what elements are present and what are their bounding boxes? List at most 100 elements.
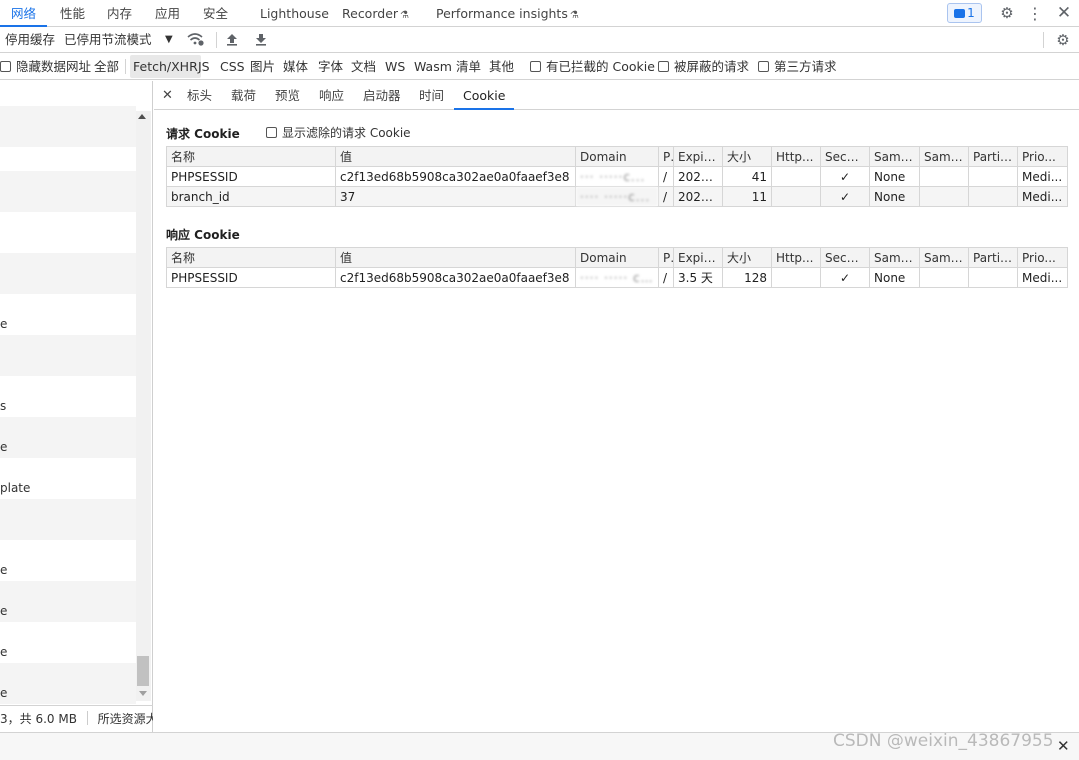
- filter-fetch-xhr[interactable]: Fetch/XHR: [130, 55, 201, 78]
- column-header[interactable]: 值: [335, 247, 576, 268]
- column-header[interactable]: Domain: [575, 146, 659, 167]
- column-header[interactable]: Secure: [820, 247, 870, 268]
- column-header[interactable]: 大小: [722, 247, 772, 268]
- cookie-partition: [968, 267, 1018, 288]
- column-header[interactable]: Http...: [771, 146, 821, 167]
- list-item[interactable]: [0, 253, 136, 294]
- list-item[interactable]: s: [0, 376, 136, 417]
- import-har-icon[interactable]: [226, 27, 238, 53]
- column-header[interactable]: 名称: [166, 247, 336, 268]
- column-header[interactable]: Prio...: [1017, 247, 1068, 268]
- filter-font[interactable]: 字体: [318, 53, 343, 80]
- hide-data-urls-checkbox[interactable]: 隐藏数据网址: [0, 53, 91, 80]
- cookie-secure: ✓: [820, 166, 870, 187]
- scroll-up-icon[interactable]: [138, 114, 146, 119]
- tab-headers[interactable]: 标头: [187, 81, 212, 110]
- filter-ws[interactable]: WS: [385, 53, 405, 80]
- chevron-down-icon[interactable]: ▼: [165, 27, 173, 53]
- tab-payload[interactable]: 载荷: [231, 81, 256, 110]
- more-options-icon[interactable]: ⋮: [1026, 0, 1044, 27]
- network-settings-gear-icon[interactable]: ⚙: [1053, 27, 1073, 53]
- close-drawer-icon[interactable]: ✕: [1057, 737, 1070, 755]
- close-detail-icon[interactable]: ✕: [162, 81, 173, 110]
- network-toolbar: 停用缓存 已停用节流模式 ▼ ⚙: [0, 27, 1079, 53]
- scrollbar[interactable]: [136, 111, 151, 701]
- cookie-name: PHPSESSID: [166, 166, 336, 187]
- filter-media[interactable]: 媒体: [283, 53, 308, 80]
- list-item[interactable]: [0, 171, 136, 212]
- filter-css[interactable]: CSS: [220, 53, 245, 80]
- tab-network[interactable]: 网络: [0, 0, 48, 27]
- tab-performance-insights[interactable]: Performance insights ⚗: [436, 0, 579, 27]
- checkbox-icon: [658, 61, 669, 72]
- column-header[interactable]: 值: [335, 146, 576, 167]
- filter-manifest[interactable]: 清单: [456, 53, 481, 80]
- cookie-samesite: None: [869, 186, 920, 207]
- column-header[interactable]: Same...: [919, 146, 969, 167]
- filter-doc[interactable]: 文档: [351, 53, 376, 80]
- tab-lighthouse[interactable]: Lighthouse: [260, 0, 329, 27]
- filter-js[interactable]: JS: [198, 53, 210, 80]
- column-header[interactable]: Partiti...: [968, 247, 1018, 268]
- list-item[interactable]: [0, 212, 136, 253]
- list-item[interactable]: e: [0, 663, 136, 704]
- response-cookies-title: 响应 Cookie: [166, 228, 240, 242]
- column-header[interactable]: P: [658, 247, 674, 268]
- blocked-cookies-checkbox[interactable]: 有已拦截的 Cookie: [530, 53, 655, 80]
- tab-initiator[interactable]: 启动器: [363, 81, 401, 110]
- close-devtools-icon[interactable]: ✕: [1054, 0, 1074, 27]
- tab-preview[interactable]: 预览: [275, 81, 300, 110]
- cookie-priority: Medi...: [1017, 186, 1068, 207]
- issues-badge[interactable]: 1: [947, 3, 982, 23]
- list-item[interactable]: e: [0, 581, 136, 622]
- column-header[interactable]: 名称: [166, 146, 336, 167]
- tab-memory[interactable]: 内存: [107, 0, 132, 27]
- network-conditions-icon[interactable]: [187, 27, 205, 53]
- tab-security[interactable]: 安全: [203, 0, 228, 27]
- third-party-checkbox[interactable]: 第三方请求: [758, 53, 837, 80]
- tab-recorder[interactable]: Recorder ⚗: [342, 0, 409, 27]
- list-item[interactable]: [0, 335, 136, 376]
- list-item[interactable]: e: [0, 417, 136, 458]
- tab-response[interactable]: 响应: [319, 81, 344, 110]
- list-item[interactable]: e: [0, 294, 136, 335]
- list-item[interactable]: plate: [0, 458, 136, 499]
- table-row[interactable]: PHPSESSID c2f13ed68b5908ca302ae0a0faaef3…: [166, 166, 1068, 187]
- table-row[interactable]: branch_id 37 ···· ·····c... / 2022-... 1…: [166, 186, 1068, 207]
- blocked-requests-checkbox[interactable]: 被屏蔽的请求: [658, 53, 749, 80]
- list-item[interactable]: e: [0, 622, 136, 663]
- disable-cache-label[interactable]: 停用缓存: [5, 27, 55, 53]
- throttling-select[interactable]: 已停用节流模式: [64, 27, 152, 53]
- cookie-sameparty: [919, 186, 969, 207]
- table-row[interactable]: PHPSESSID c2f13ed68b5908ca302ae0a0faaef3…: [166, 267, 1068, 288]
- scroll-down-icon[interactable]: [139, 691, 147, 696]
- tab-application[interactable]: 应用: [155, 0, 180, 27]
- tab-cookies[interactable]: Cookie: [454, 81, 515, 110]
- filter-img[interactable]: 图片: [250, 53, 275, 80]
- column-header[interactable]: Prio...: [1017, 146, 1068, 167]
- scroll-thumb[interactable]: [137, 656, 149, 686]
- column-header[interactable]: Same...: [869, 146, 920, 167]
- show-filtered-cookies-checkbox[interactable]: 显示滤除的请求 Cookie: [266, 124, 411, 141]
- tab-performance[interactable]: 性能: [60, 0, 85, 27]
- column-header[interactable]: Domain: [575, 247, 659, 268]
- list-item[interactable]: [0, 499, 136, 540]
- export-har-icon[interactable]: [255, 27, 267, 53]
- filter-other[interactable]: 其他: [489, 53, 514, 80]
- column-header[interactable]: Expire...: [673, 146, 723, 167]
- column-header[interactable]: Same...: [869, 247, 920, 268]
- column-header[interactable]: Partiti...: [968, 146, 1018, 167]
- column-header[interactable]: Expire...: [673, 247, 723, 268]
- column-header[interactable]: 大小: [722, 146, 772, 167]
- tab-timing[interactable]: 时间: [419, 81, 444, 110]
- filter-wasm[interactable]: Wasm: [414, 53, 452, 80]
- column-header[interactable]: Http...: [771, 247, 821, 268]
- cookie-samesite: None: [869, 166, 920, 187]
- filter-all[interactable]: 全部: [94, 53, 119, 80]
- settings-gear-icon[interactable]: ⚙: [997, 0, 1017, 27]
- column-header[interactable]: Secure: [820, 146, 870, 167]
- column-header[interactable]: P: [658, 146, 674, 167]
- column-header[interactable]: Same...: [919, 247, 969, 268]
- list-item[interactable]: e: [0, 540, 136, 581]
- list-item[interactable]: [0, 106, 136, 147]
